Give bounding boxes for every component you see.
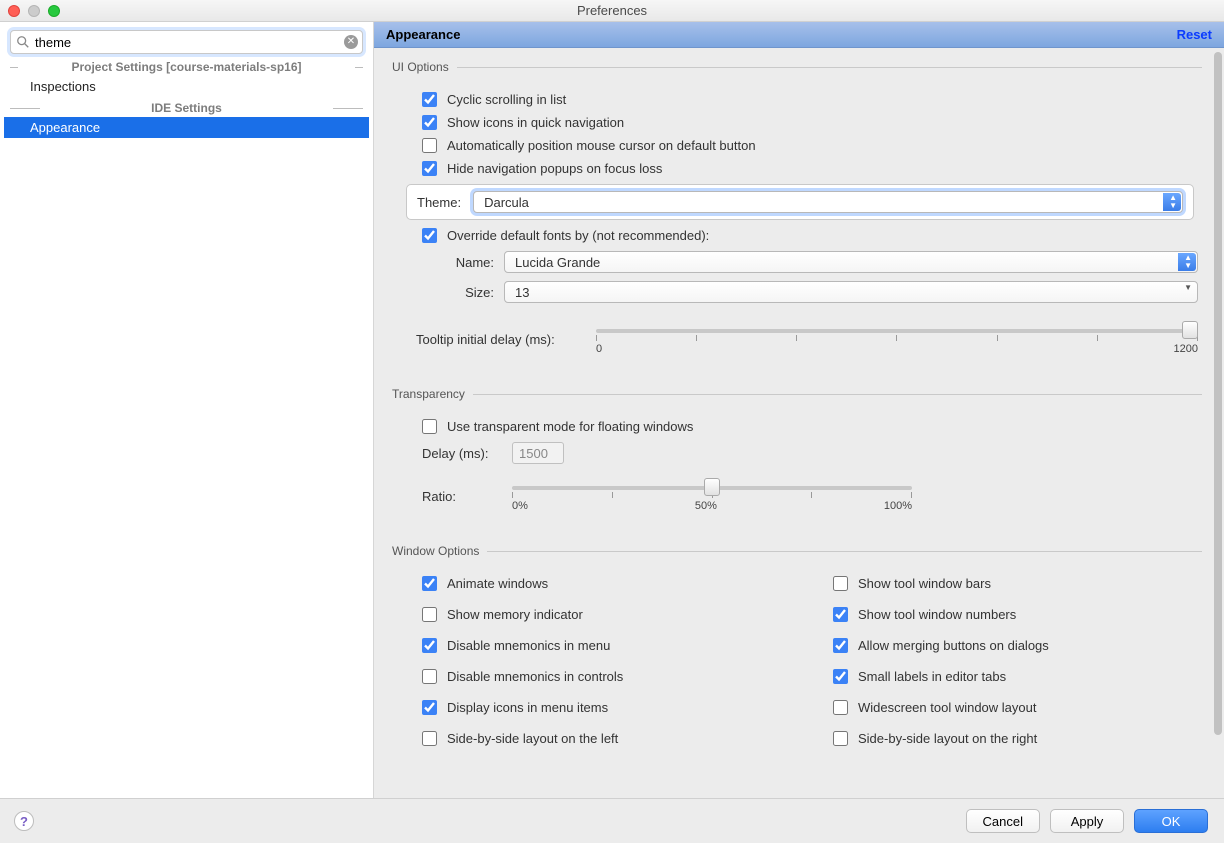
disable-ctrl-mnemonics-checkbox[interactable]: Disable mnemonics in controls [422, 669, 623, 684]
sbs-left-checkbox[interactable]: Side-by-side layout on the left [422, 731, 618, 746]
window-title: Preferences [577, 3, 647, 18]
transparency-delay-label: Delay (ms): [422, 446, 502, 461]
select-arrows-icon: ▲▼ [1184, 254, 1192, 270]
transparency-group: Transparency Use transparent mode for fl… [392, 387, 1202, 522]
small-labels-checkbox[interactable]: Small labels in editor tabs [833, 669, 1006, 684]
sbs-right-label: Side-by-side layout on the right [858, 731, 1037, 746]
reset-link[interactable]: Reset [1177, 27, 1212, 42]
widescreen-checkbox[interactable]: Widescreen tool window layout [833, 700, 1036, 715]
vertical-scrollbar[interactable] [1214, 52, 1222, 794]
theme-value: Darcula [484, 195, 529, 210]
search-input[interactable] [10, 30, 363, 54]
animate-windows-checkbox[interactable]: Animate windows [422, 576, 548, 591]
close-window-button[interactable] [8, 5, 20, 17]
page-title: Appearance [386, 27, 460, 42]
font-name-value: Lucida Grande [515, 255, 600, 270]
font-size-value: 13 [515, 285, 529, 300]
ratio-slider[interactable]: 0% 50% 100% [512, 478, 912, 514]
ui-options-group: UI Options Cyclic scrolling in list Show… [392, 60, 1202, 365]
hide-popups-checkbox[interactable]: Hide navigation popups on focus loss [422, 161, 662, 176]
window-options-legend: Window Options [392, 544, 487, 558]
sidebar: ✕ Project Settings [course-materials-sp1… [0, 22, 374, 798]
tooltip-slider-min: 0 [596, 343, 602, 355]
show-tool-bars-label: Show tool window bars [858, 576, 991, 591]
apply-button[interactable]: Apply [1050, 809, 1124, 833]
show-tool-bars-checkbox[interactable]: Show tool window bars [833, 576, 991, 591]
disable-menu-mnemonics-label: Disable mnemonics in menu [447, 638, 610, 653]
zoom-window-button[interactable] [48, 5, 60, 17]
theme-select[interactable]: Darcula ▲▼ [473, 191, 1183, 213]
minimize-window-button[interactable] [28, 5, 40, 17]
ui-options-legend: UI Options [392, 60, 457, 74]
theme-label: Theme: [417, 195, 461, 210]
select-arrows-icon: ▲▼ [1169, 194, 1177, 210]
search-icon [16, 35, 30, 49]
memory-indicator-label: Show memory indicator [447, 607, 583, 622]
show-icons-nav-checkbox[interactable]: Show icons in quick navigation [422, 115, 624, 130]
icons-menu-label: Display icons in menu items [447, 700, 608, 715]
ratio-min: 0% [512, 500, 528, 512]
ratio-label: Ratio: [422, 489, 502, 504]
transparency-legend: Transparency [392, 387, 473, 401]
icons-menu-checkbox[interactable]: Display icons in menu items [422, 700, 608, 715]
ratio-mid: 50% [695, 500, 717, 512]
settings-scroll-area[interactable]: UI Options Cyclic scrolling in list Show… [374, 48, 1224, 798]
dialog-footer: ? Cancel Apply OK [0, 798, 1224, 843]
auto-mouse-checkbox[interactable]: Automatically position mouse cursor on d… [422, 138, 756, 153]
allow-merging-checkbox[interactable]: Allow merging buttons on dialogs [833, 638, 1049, 653]
ok-button[interactable]: OK [1134, 809, 1208, 833]
combo-arrow-icon: ▼ [1184, 284, 1192, 292]
ratio-max: 100% [884, 500, 912, 512]
disable-menu-mnemonics-checkbox[interactable]: Disable mnemonics in menu [422, 638, 610, 653]
animate-windows-label: Animate windows [447, 576, 548, 591]
sbs-right-checkbox[interactable]: Side-by-side layout on the right [833, 731, 1037, 746]
settings-tree: Project Settings [course-materials-sp16]… [10, 60, 363, 138]
use-transparent-checkbox[interactable]: Use transparent mode for floating window… [422, 419, 693, 434]
sidebar-item-appearance[interactable]: Appearance [4, 117, 369, 138]
memory-indicator-checkbox[interactable]: Show memory indicator [422, 607, 583, 622]
font-name-select[interactable]: Lucida Grande ▲▼ [504, 251, 1198, 273]
show-tool-numbers-checkbox[interactable]: Show tool window numbers [833, 607, 1016, 622]
help-button[interactable]: ? [14, 811, 34, 831]
cyclic-scrolling-label: Cyclic scrolling in list [447, 92, 566, 107]
font-size-label: Size: [436, 285, 494, 300]
clear-search-icon[interactable]: ✕ [344, 35, 358, 49]
use-transparent-label: Use transparent mode for floating window… [447, 419, 693, 434]
sidebar-item-inspections[interactable]: Inspections [10, 76, 363, 97]
auto-mouse-label: Automatically position mouse cursor on d… [447, 138, 756, 153]
sbs-left-label: Side-by-side layout on the left [447, 731, 618, 746]
titlebar: Preferences [0, 0, 1224, 22]
widescreen-label: Widescreen tool window layout [858, 700, 1036, 715]
hide-popups-label: Hide navigation popups on focus loss [447, 161, 662, 176]
window-options-group: Window Options Animate windows Show tool… [392, 544, 1202, 754]
font-size-combo[interactable]: 13 ▼ [504, 281, 1198, 303]
project-settings-heading: Project Settings [course-materials-sp16] [10, 60, 363, 74]
tooltip-delay-label: Tooltip initial delay (ms): [416, 332, 586, 347]
show-tool-numbers-label: Show tool window numbers [858, 607, 1016, 622]
theme-selector-box: Theme: Darcula ▲▼ [406, 184, 1194, 220]
allow-merging-label: Allow merging buttons on dialogs [858, 638, 1049, 653]
cancel-button[interactable]: Cancel [966, 809, 1040, 833]
ide-settings-heading: IDE Settings [10, 101, 363, 115]
content-header: Appearance Reset [374, 22, 1224, 48]
transparency-delay-input[interactable] [512, 442, 564, 464]
show-icons-nav-label: Show icons in quick navigation [447, 115, 624, 130]
override-fonts-label: Override default fonts by (not recommend… [447, 228, 709, 243]
small-labels-label: Small labels in editor tabs [858, 669, 1006, 684]
window-controls [8, 5, 60, 17]
tooltip-slider-max: 1200 [1174, 343, 1198, 355]
override-fonts-checkbox[interactable]: Override default fonts by (not recommend… [422, 228, 709, 243]
tooltip-delay-slider[interactable]: 0 1200 [596, 321, 1198, 357]
font-name-label: Name: [436, 255, 494, 270]
disable-ctrl-mnemonics-label: Disable mnemonics in controls [447, 669, 623, 684]
cyclic-scrolling-checkbox[interactable]: Cyclic scrolling in list [422, 92, 566, 107]
